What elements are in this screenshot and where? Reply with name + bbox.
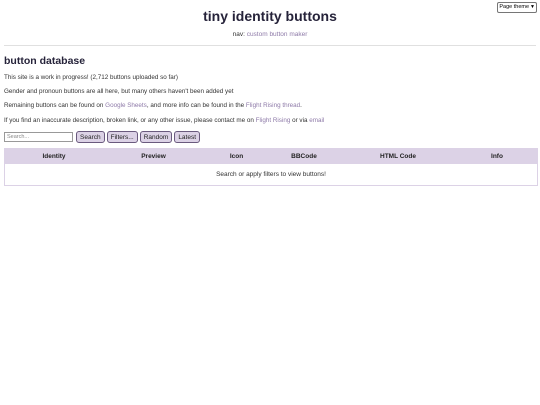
section-title: button database bbox=[4, 55, 86, 67]
remaining-text-before: Remaining buttons can be found on bbox=[4, 102, 106, 109]
contact-text-before: If you find an inaccurate description, b… bbox=[4, 117, 256, 124]
latest-button[interactable]: Latest bbox=[174, 131, 201, 143]
site-nav: nav: custom button maker bbox=[0, 31, 540, 38]
table-empty-message: Search or apply filters to view buttons! bbox=[216, 171, 326, 178]
email-link[interactable]: email bbox=[309, 117, 324, 124]
remaining-text-middle: , and more info can be found in the bbox=[146, 102, 246, 109]
intro-coverage-text: Gender and pronoun buttons are all here,… bbox=[4, 88, 234, 95]
search-button[interactable]: Search bbox=[76, 131, 105, 143]
nav-link-custom-button-maker[interactable]: custom button maker bbox=[247, 31, 308, 38]
nav-prefix: nav: bbox=[232, 31, 247, 38]
remaining-text-after: . bbox=[300, 102, 302, 109]
search-input[interactable]: Search... bbox=[4, 132, 73, 142]
flight-rising-thread-link[interactable]: Flight Rising thread bbox=[246, 102, 300, 109]
intro-progress-text: This site is a work in progress! (2,712 … bbox=[4, 74, 178, 81]
contact-text-middle: or via bbox=[290, 117, 310, 124]
header-divider bbox=[4, 45, 536, 46]
search-controls: Search... Search Filters... Random Lates… bbox=[4, 131, 201, 143]
intro-contact-text: If you find an inaccurate description, b… bbox=[4, 117, 324, 124]
flight-rising-contact-link[interactable]: Flight Rising bbox=[256, 117, 291, 124]
column-header-bbcode: BBCode bbox=[291, 153, 317, 160]
column-header-preview: Preview bbox=[141, 153, 166, 160]
table-header-row: Identity Preview Icon BBCode HTML Code I… bbox=[5, 149, 537, 164]
column-header-icon: Icon bbox=[229, 153, 244, 160]
button-table: Identity Preview Icon BBCode HTML Code I… bbox=[4, 148, 538, 186]
random-button[interactable]: Random bbox=[139, 131, 173, 143]
intro-remaining-text: Remaining buttons can be found on Google… bbox=[4, 102, 302, 109]
column-header-info: Info bbox=[491, 153, 503, 160]
column-header-html-code: HTML Code bbox=[380, 153, 416, 160]
google-sheets-link[interactable]: Google Sheets bbox=[105, 102, 147, 109]
column-header-identity: Identity bbox=[42, 153, 66, 160]
filters-button[interactable]: Filters... bbox=[106, 131, 138, 143]
site-title: tiny identity buttons bbox=[203, 8, 337, 24]
search-placeholder: Search... bbox=[7, 134, 30, 140]
